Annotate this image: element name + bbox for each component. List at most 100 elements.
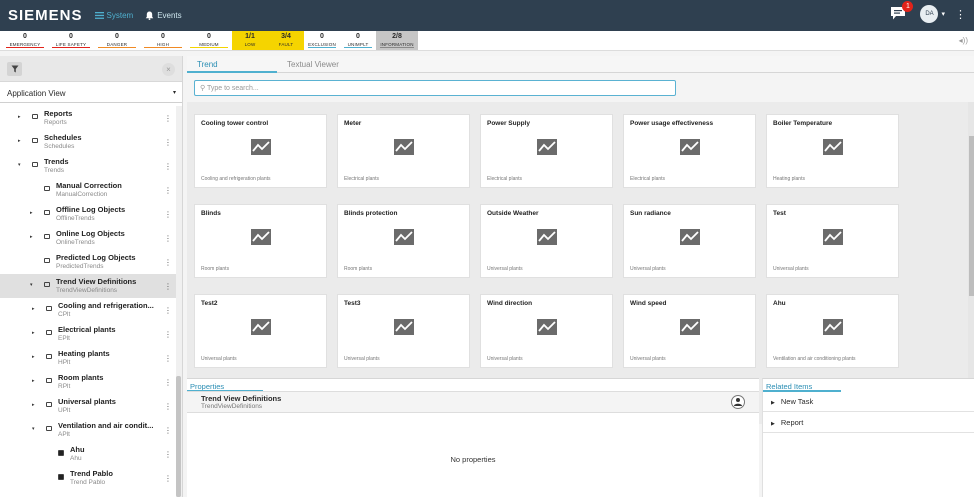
alarm-fault[interactable]: 3/4 FAULT xyxy=(268,31,304,50)
nav-events[interactable]: Events xyxy=(145,11,182,20)
alarm-indicator-line xyxy=(190,47,228,48)
nav-system[interactable]: System xyxy=(94,11,133,20)
notifications-button[interactable]: 1 xyxy=(890,1,914,22)
tab-related-items[interactable]: Related Items xyxy=(763,379,841,392)
more-options-icon[interactable]: ⋮ xyxy=(164,426,172,435)
tree-item[interactable]: ▸ Heating plants HPlt ⋮ xyxy=(0,346,176,370)
tree-item[interactable]: ▸ Cooling and refrigeration... CPlt ⋮ xyxy=(0,298,176,322)
more-options-icon[interactable]: ⋮ xyxy=(164,354,172,363)
more-menu-icon[interactable]: ⋮ xyxy=(955,8,966,21)
tab-textual-viewer[interactable]: Textual Viewer xyxy=(277,56,367,72)
trend-card-category: Cooling and refrigeration plants xyxy=(201,176,271,182)
alarm-exclusion[interactable]: 0 EXCLUSION xyxy=(304,31,340,50)
expand-icon[interactable]: ▸ xyxy=(32,306,35,312)
expand-icon[interactable]: ▸ xyxy=(30,210,33,216)
tree-item[interactable]: ▾ Ventilation and air condit... APlt ⋮ xyxy=(0,418,176,442)
trend-card[interactable]: Blinds Room plants xyxy=(194,204,327,278)
more-options-icon[interactable]: ⋮ xyxy=(164,258,172,267)
tree-item-title: Online Log Objects xyxy=(56,229,125,238)
view-selector[interactable]: Application View ▾ xyxy=(0,84,182,103)
alarm-emergency[interactable]: 0 EMERGENCY xyxy=(2,31,48,50)
properties-pane: Properties Trend View Definitions TrendV… xyxy=(187,378,759,497)
tab-properties[interactable]: Properties xyxy=(187,379,263,392)
close-icon[interactable]: × xyxy=(162,63,175,76)
tree-item[interactable]: ▸ Room plants RPlt ⋮ xyxy=(0,370,176,394)
user-avatar[interactable]: DA xyxy=(920,5,939,23)
tree-item[interactable]: Ahu Ahu ⋮ xyxy=(0,442,176,466)
collapse-icon[interactable]: ▾ xyxy=(32,426,35,432)
search-input[interactable]: ⚲ Type to search... xyxy=(194,80,676,96)
tree-item[interactable]: ▾ Trend View Definitions TrendViewDefiniti… xyxy=(0,274,176,298)
related-item-new-task[interactable]: ▶ New Task xyxy=(763,391,974,412)
expand-icon[interactable]: ▸ xyxy=(32,354,35,360)
filter-button[interactable] xyxy=(7,62,22,76)
trend-card[interactable]: Ahu Ventilation and air conditioning plan… xyxy=(766,294,899,368)
trend-chart-icon xyxy=(394,229,414,247)
more-options-icon[interactable]: ⋮ xyxy=(164,306,172,315)
trend-card[interactable]: Power usage effectiveness Electrical plan… xyxy=(623,114,756,188)
trend-card[interactable]: Test2 Universal plants xyxy=(194,294,327,368)
expand-icon[interactable]: ▸ xyxy=(18,114,21,120)
alarm-unimplt[interactable]: 0 UNIMPLT xyxy=(340,31,376,50)
more-options-icon[interactable]: ⋮ xyxy=(164,378,172,387)
tree-scrollbar-thumb[interactable] xyxy=(176,376,181,497)
expand-icon[interactable]: ▸ xyxy=(32,402,35,408)
tab-trend[interactable]: Trend xyxy=(187,56,277,73)
trend-card[interactable]: Test3 Universal plants xyxy=(337,294,470,368)
tree-item[interactable]: ▸ Reports Reports ⋮ xyxy=(0,106,176,130)
more-options-icon[interactable]: ⋮ xyxy=(164,450,172,459)
alarm-life-safety[interactable]: 0 LIFE SAFETY xyxy=(48,31,94,50)
trend-card[interactable]: Blinds protection Room plants xyxy=(337,204,470,278)
trend-card[interactable]: Boiler Temperature Heating plants xyxy=(766,114,899,188)
expand-icon[interactable]: ▸ xyxy=(32,378,35,384)
more-options-icon[interactable]: ⋮ xyxy=(164,234,172,243)
more-options-icon[interactable]: ⋮ xyxy=(164,114,172,123)
tree-item-title: Universal plants xyxy=(58,397,116,406)
trend-card[interactable]: Wind direction Universal plants xyxy=(480,294,613,368)
tree-item[interactable]: Manual Correction ManualCorrection ⋮ xyxy=(0,178,176,202)
more-options-icon[interactable]: ⋮ xyxy=(164,402,172,411)
trend-definition-icon xyxy=(58,474,64,480)
tree-item[interactable]: ▸ Electrical plants EPlt ⋮ xyxy=(0,322,176,346)
more-options-icon[interactable]: ⋮ xyxy=(164,186,172,195)
trend-card[interactable]: Sun radiance Universal plants xyxy=(623,204,756,278)
tree-item[interactable]: ▸ Offline Log Objects OfflineTrends ⋮ xyxy=(0,202,176,226)
alarm-high[interactable]: 0 HIGH xyxy=(140,31,186,50)
trend-card[interactable]: Outside Weather Universal plants xyxy=(480,204,613,278)
more-options-icon[interactable]: ⋮ xyxy=(164,210,172,219)
trend-card[interactable]: Test Universal plants xyxy=(766,204,899,278)
tree-item[interactable]: Trend Pablo Trend Pablo ⋮ xyxy=(0,466,176,490)
trend-card-category: Universal plants xyxy=(487,266,523,272)
expand-icon[interactable]: ▸ xyxy=(18,138,21,144)
related-item-report[interactable]: ▶ Report xyxy=(763,412,974,433)
alarm-low[interactable]: 1/1 LOW xyxy=(232,31,268,50)
sound-icon[interactable]: ◂)) xyxy=(959,36,968,45)
trend-card-title: Test3 xyxy=(344,300,361,307)
trend-card[interactable]: Wind speed Universal plants xyxy=(623,294,756,368)
expand-icon[interactable]: ▸ xyxy=(32,330,35,336)
collapse-icon[interactable]: ▾ xyxy=(30,282,33,288)
filter-icon xyxy=(11,65,18,73)
trend-card[interactable]: Meter Electrical plants xyxy=(337,114,470,188)
collapse-icon[interactable]: ▾ xyxy=(18,162,21,168)
trend-card[interactable]: Cooling tower control Cooling and refrige… xyxy=(194,114,327,188)
more-options-icon[interactable]: ⋮ xyxy=(164,330,172,339)
more-options-icon[interactable]: ⋮ xyxy=(164,282,172,291)
tree-item[interactable]: Predicted Log Objects PredictedTrends ⋮ xyxy=(0,250,176,274)
tree-item[interactable]: ▸ Online Log Objects OnlineTrends ⋮ xyxy=(0,226,176,250)
alarm-information[interactable]: 2/8 INFORMATION xyxy=(376,31,418,50)
more-options-icon[interactable]: ⋮ xyxy=(164,138,172,147)
chevron-down-icon[interactable]: ▾ xyxy=(941,10,945,18)
more-options-icon[interactable]: ⋮ xyxy=(164,162,172,171)
user-icon[interactable] xyxy=(731,395,745,409)
expand-icon[interactable]: ▸ xyxy=(30,234,33,240)
tree-item[interactable]: ▸ Universal plants UPlt ⋮ xyxy=(0,394,176,418)
tree-item[interactable]: ▸ Schedules Schedules ⋮ xyxy=(0,130,176,154)
tree-item[interactable]: ▾ Trends Trends ⋮ xyxy=(0,154,176,178)
more-options-icon[interactable]: ⋮ xyxy=(164,474,172,483)
grid-scrollbar-thumb[interactable] xyxy=(969,136,974,296)
trend-card-title: Blinds protection xyxy=(344,210,398,217)
alarm-danger[interactable]: 0 DANGER xyxy=(94,31,140,50)
trend-card[interactable]: Power Supply Electrical plants xyxy=(480,114,613,188)
alarm-medium[interactable]: 0 MEDIUM xyxy=(186,31,232,50)
